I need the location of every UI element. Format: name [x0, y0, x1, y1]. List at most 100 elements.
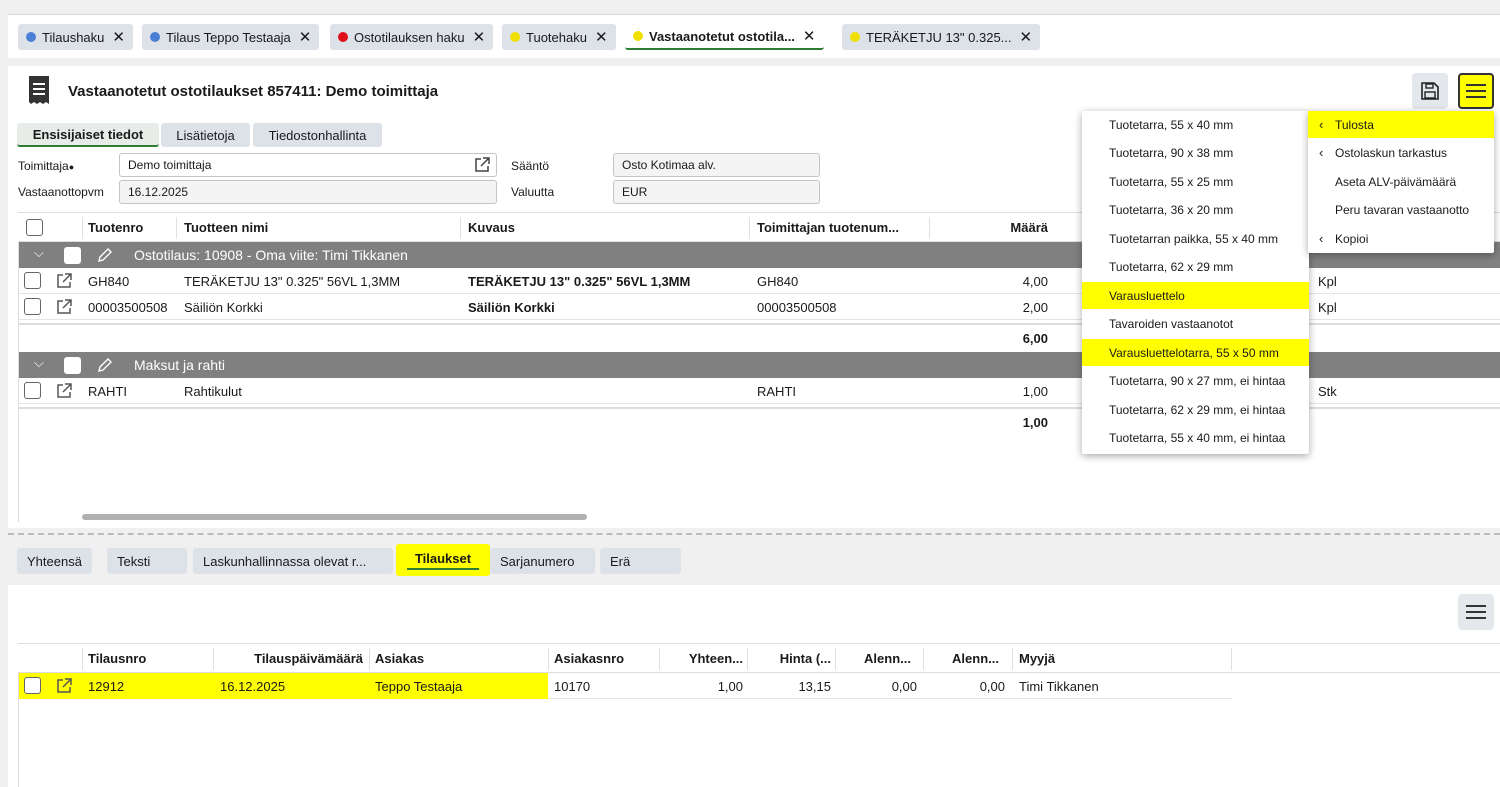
external-link-icon[interactable]	[56, 383, 72, 399]
column-tuotenro[interactable]: Tuotenro	[88, 220, 143, 235]
column-asiakasnro[interactable]: Asiakasnro	[554, 651, 624, 666]
sum-maara: 6,00	[1022, 331, 1048, 346]
column-divider	[82, 217, 83, 239]
menu-item-peru-vastaanotto[interactable]: Peru tavaran vastaanotto	[1308, 196, 1494, 223]
close-icon[interactable]: ✕	[299, 28, 312, 46]
actions-menu: ‹ Tulosta ‹ Ostolaskun tarkastus Aseta A…	[1308, 111, 1494, 253]
column-alennus2[interactable]: Alenn...	[927, 651, 999, 666]
tab-tilaushaku[interactable]: Tilaushaku ✕	[18, 24, 133, 50]
external-link-icon[interactable]	[56, 299, 72, 315]
close-icon[interactable]: ✕	[1020, 28, 1033, 46]
cell-nimi: TERÄKETJU 13" 0.325" 56VL 1,3MM	[184, 274, 401, 289]
panel-splitter[interactable]	[8, 533, 1500, 536]
menu-item-varausluettelotarra[interactable]: Varausluettelotarra, 55 x 50 mm	[1082, 339, 1309, 366]
menu-item-tuotetarra-36x20[interactable]: Tuotetarra, 36 x 20 mm	[1082, 196, 1309, 223]
currency-field[interactable]: EUR	[613, 180, 820, 204]
menu-item-tuotetarra-55x40[interactable]: Tuotetarra, 55 x 40 mm	[1082, 111, 1309, 138]
tab-ensisijaiset[interactable]: Ensisijaiset tiedot	[17, 123, 159, 147]
menu-item-tuotetarra-90x38[interactable]: Tuotetarra, 90 x 38 mm	[1082, 139, 1309, 166]
tab-ostotilauksen-haku[interactable]: Ostotilauksen haku ✕	[330, 24, 494, 50]
tab-tiedostonhallinta[interactable]: Tiedostonhallinta	[253, 123, 382, 147]
column-tilausnro[interactable]: Tilausnro	[88, 651, 146, 666]
tab-tilaus-teppo[interactable]: Tilaus Teppo Testaaja ✕	[142, 24, 320, 50]
close-icon[interactable]: ✕	[473, 28, 486, 46]
cell-tuotenro: 00003500508	[88, 300, 168, 315]
column-myyja[interactable]: Myyjä	[1019, 651, 1055, 666]
chevron-left-icon: ‹	[1319, 231, 1324, 246]
cell-kuvaus: TERÄKETJU 13" 0.325" 56VL 1,3MM	[468, 274, 691, 289]
menu-item-aseta-alv[interactable]: Aseta ALV-päivämäärä	[1308, 168, 1494, 195]
menu-item-tuotetarra-90x27-ei-hintaa[interactable]: Tuotetarra, 90 x 27 mm, ei hintaa	[1082, 367, 1309, 394]
tab-laskunhallinnassa[interactable]: Laskunhallinnassa olevat r...	[193, 548, 393, 574]
menu-item-tulosta[interactable]: ‹ Tulosta	[1308, 111, 1494, 138]
rule-field[interactable]: Osto Kotimaa alv.	[613, 153, 820, 177]
info-icon: ●	[68, 162, 75, 172]
tab-tilaukset[interactable]: Tilaukset	[396, 544, 490, 576]
menu-item-varausluettelo[interactable]: Varausluettelo	[1082, 282, 1309, 309]
group-checkbox[interactable]	[64, 357, 81, 374]
column-divider	[749, 217, 750, 239]
menu-item-tuotetarra-62x29-ei-hintaa[interactable]: Tuotetarra, 62 x 29 mm, ei hintaa	[1082, 396, 1309, 423]
cell-toimittajan-tuotenro: RAHTI	[757, 384, 796, 399]
column-alennus1[interactable]: Alenn...	[839, 651, 911, 666]
menu-item-ostolaskun-tarkastus[interactable]: ‹ Ostolaskun tarkastus	[1308, 139, 1494, 166]
column-nimi[interactable]: Tuotteen nimi	[184, 220, 268, 235]
external-link-icon[interactable]	[56, 273, 72, 289]
column-toimittajan-tuotenro[interactable]: Toimittajan tuotenum...	[757, 220, 899, 235]
close-icon[interactable]: ✕	[803, 27, 816, 45]
column-maara[interactable]: Määrä	[948, 220, 1048, 235]
menu-item-kopioi[interactable]: ‹ Kopioi	[1308, 225, 1494, 252]
row-checkbox[interactable]	[24, 382, 41, 399]
external-link-icon[interactable]	[474, 157, 490, 173]
column-kuvaus[interactable]: Kuvaus	[468, 220, 515, 235]
column-tilauspvm[interactable]: Tilauspäivämäärä	[218, 651, 363, 666]
supplier-field[interactable]: Demo toimittaja	[119, 153, 497, 177]
tab-era[interactable]: Erä	[600, 548, 681, 574]
tab-yhteensa[interactable]: Yhteensä	[17, 548, 92, 574]
close-icon[interactable]: ✕	[595, 28, 608, 46]
tab-lisatietoja[interactable]: Lisätietoja	[161, 123, 250, 147]
column-hinta[interactable]: Hinta (...	[751, 651, 831, 666]
hamburger-icon	[1466, 84, 1486, 98]
close-icon[interactable]: ✕	[112, 28, 125, 46]
chevron-down-icon[interactable]: ⌵	[34, 245, 44, 261]
row-checkbox[interactable]	[24, 677, 41, 694]
tab-tuotehaku[interactable]: Tuotehaku ✕	[502, 24, 616, 50]
column-divider	[835, 648, 836, 670]
column-divider	[659, 648, 660, 670]
cell-toimittajan-tuotenro: GH840	[757, 274, 799, 289]
row-checkbox[interactable]	[24, 298, 41, 315]
menu-button[interactable]	[1458, 73, 1494, 109]
save-button[interactable]	[1412, 73, 1448, 109]
table-row[interactable]: 12912 16.12.2025 Teppo Testaaja 10170 1,…	[18, 673, 1232, 699]
pencil-icon[interactable]	[96, 246, 114, 264]
column-divider	[82, 648, 83, 670]
tab-teraketju[interactable]: TERÄKETJU 13" 0.325... ✕	[842, 24, 1041, 50]
tab-vastaanotetut[interactable]: Vastaanotetut ostotila... ✕	[625, 24, 824, 50]
horizontal-scrollbar[interactable]	[82, 514, 587, 520]
chevron-down-icon[interactable]: ⌵	[34, 355, 44, 371]
pencil-icon[interactable]	[96, 356, 114, 374]
select-all-checkbox[interactable]	[26, 219, 43, 236]
menu-item-tuotetarra-62x29[interactable]: Tuotetarra, 62 x 29 mm	[1082, 253, 1309, 280]
menu-item-tuotetarra-55x40-ei-hintaa[interactable]: Tuotetarra, 55 x 40 mm, ei hintaa	[1082, 424, 1309, 451]
group-checkbox[interactable]	[64, 247, 81, 264]
menu-item-tuotetarra-55x25[interactable]: Tuotetarra, 55 x 25 mm	[1082, 168, 1309, 195]
tab-teksti[interactable]: Teksti	[107, 548, 187, 574]
tab-sarjanumero[interactable]: Sarjanumero	[490, 548, 595, 574]
menu-item-label: Ostolaskun tarkastus	[1335, 145, 1448, 160]
print-submenu: Tuotetarra, 55 x 40 mm Tuotetarra, 90 x …	[1082, 111, 1309, 454]
save-icon	[1421, 82, 1439, 100]
row-checkbox[interactable]	[24, 272, 41, 289]
status-dot-icon	[633, 31, 643, 41]
menu-item-tuotetarran-paikka[interactable]: Tuotetarran paikka, 55 x 40 mm	[1082, 225, 1309, 252]
column-asiakas[interactable]: Asiakas	[375, 651, 424, 666]
tab-label: Ostotilauksen haku	[354, 29, 465, 45]
cell-hinta: 13,15	[798, 679, 831, 694]
date-field[interactable]: 16.12.2025	[119, 180, 497, 204]
document-tab-bar: Tilaushaku ✕ Tilaus Teppo Testaaja ✕ Ost…	[8, 14, 1500, 58]
external-link-icon[interactable]	[56, 678, 72, 694]
orders-menu-button[interactable]	[1458, 594, 1494, 630]
menu-item-tavaroiden-vastaanotot[interactable]: Tavaroiden vastaanotot	[1082, 310, 1309, 337]
column-yhteensa[interactable]: Yhteen...	[663, 651, 743, 666]
